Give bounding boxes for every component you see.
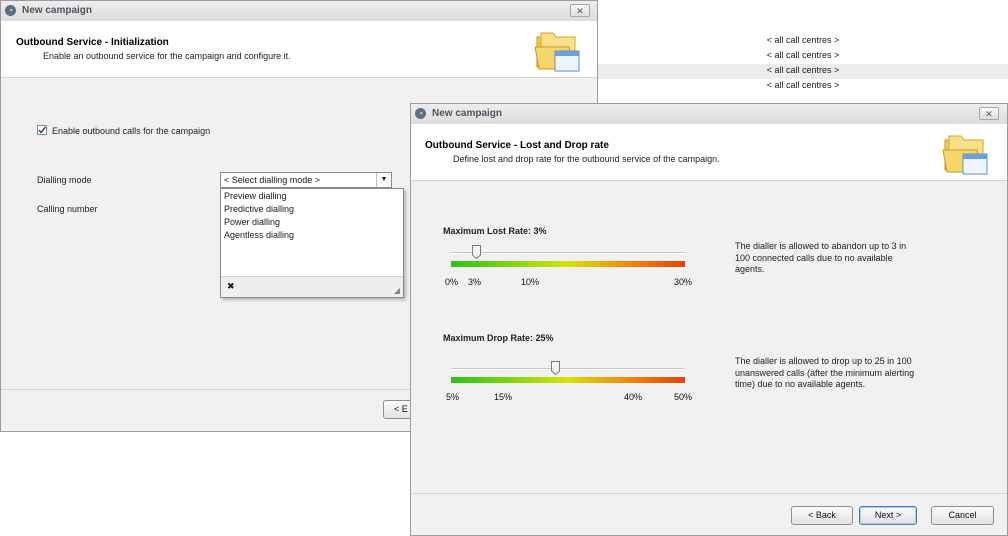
calling-number-label: Calling number: [37, 204, 98, 214]
page-title: Outbound Service - Initialization: [16, 37, 169, 48]
lost-rate-track: [451, 252, 685, 254]
lost-rate-title: Maximum Lost Rate: 3%: [443, 226, 547, 236]
list-item[interactable]: Predictive dialling: [224, 204, 294, 214]
app-icon: ◔: [415, 108, 426, 119]
close-button[interactable]: ✕: [979, 107, 999, 120]
list-item[interactable]: < all call centres >: [597, 79, 1008, 94]
dialling-mode-label: Dialling mode: [37, 175, 92, 185]
drop-rate-slider-thumb[interactable]: [551, 361, 560, 375]
dialling-mode-value: < Select dialling mode >: [224, 175, 321, 185]
lost-tick-label: 30%: [674, 277, 693, 287]
drop-tick-label: 5%: [446, 392, 460, 402]
enable-outbound-checkbox[interactable]: [37, 125, 47, 135]
list-item[interactable]: Preview dialling: [224, 191, 287, 201]
page-subtitle: Enable an outbound service for the campa…: [43, 51, 291, 61]
background-window: < all call centres > < all call centres …: [596, 0, 1008, 104]
window-title: New campaign: [22, 5, 93, 16]
title-bar[interactable]: ◔ New campaign ✕: [1, 1, 597, 22]
folder-icon: [942, 135, 988, 175]
drop-rate-description: The dialler is allowed to drop up to 25 …: [735, 356, 915, 389]
list-item[interactable]: < all call centres >: [597, 34, 1008, 49]
dialling-mode-select[interactable]: < Select dialling mode > ▼: [220, 172, 392, 188]
folder-icon: [534, 32, 580, 72]
checkmark-icon: [38, 126, 47, 134]
back-button[interactable]: < Back: [791, 506, 853, 525]
footer-divider: [411, 493, 1007, 494]
close-button[interactable]: ✕: [570, 4, 590, 17]
next-button[interactable]: Next >: [859, 506, 917, 525]
resize-grip-icon[interactable]: ◢: [394, 286, 400, 295]
lost-drop-rate-dialog: ◔ New campaign ✕ Outbound Service - Lost…: [410, 103, 1008, 536]
clear-icon[interactable]: ✖: [227, 281, 235, 292]
list-item[interactable]: Agentless dialling: [224, 230, 294, 240]
lost-tick-label: 0%: [445, 277, 459, 287]
title-bar[interactable]: ◔ New campaign ✕: [411, 104, 1007, 125]
drop-tick-label: 15%: [494, 392, 513, 402]
lost-tick-label: 10%: [521, 277, 540, 287]
list-item[interactable]: < all call centres >: [597, 49, 1008, 64]
dialog-header: Outbound Service - Initialization Enable…: [1, 21, 597, 78]
page-subtitle: Define lost and drop rate for the outbou…: [453, 154, 720, 164]
app-icon: ◔: [5, 5, 16, 16]
chevron-down-icon[interactable]: ▼: [376, 173, 391, 187]
lost-rate-description: The dialler is allowed to abandon up to …: [735, 241, 907, 274]
list-item[interactable]: < all call centres >: [597, 64, 1008, 79]
page-title: Outbound Service - Lost and Drop rate: [425, 140, 609, 151]
drop-tick-label: 40%: [624, 392, 643, 402]
lost-rate-scale: [451, 261, 685, 267]
dropdown-footer: ✖ ◢: [221, 276, 403, 297]
drop-rate-scale: [451, 377, 685, 383]
cancel-button[interactable]: Cancel: [931, 506, 994, 525]
lost-rate-slider-thumb[interactable]: [472, 245, 481, 259]
dialog-header: Outbound Service - Lost and Drop rate De…: [411, 124, 1007, 181]
dialling-mode-dropdown: Preview dialling Predictive dialling Pow…: [220, 188, 404, 298]
enable-outbound-label: Enable outbound calls for the campaign: [52, 126, 211, 136]
window-title: New campaign: [432, 108, 503, 119]
drop-rate-title: Maximum Drop Rate: 25%: [443, 333, 554, 343]
drop-tick-label: 50%: [674, 392, 693, 402]
drop-rate-track: [451, 368, 685, 370]
lost-tick-label: 3%: [468, 277, 482, 287]
list-item[interactable]: Power dialling: [224, 217, 280, 227]
